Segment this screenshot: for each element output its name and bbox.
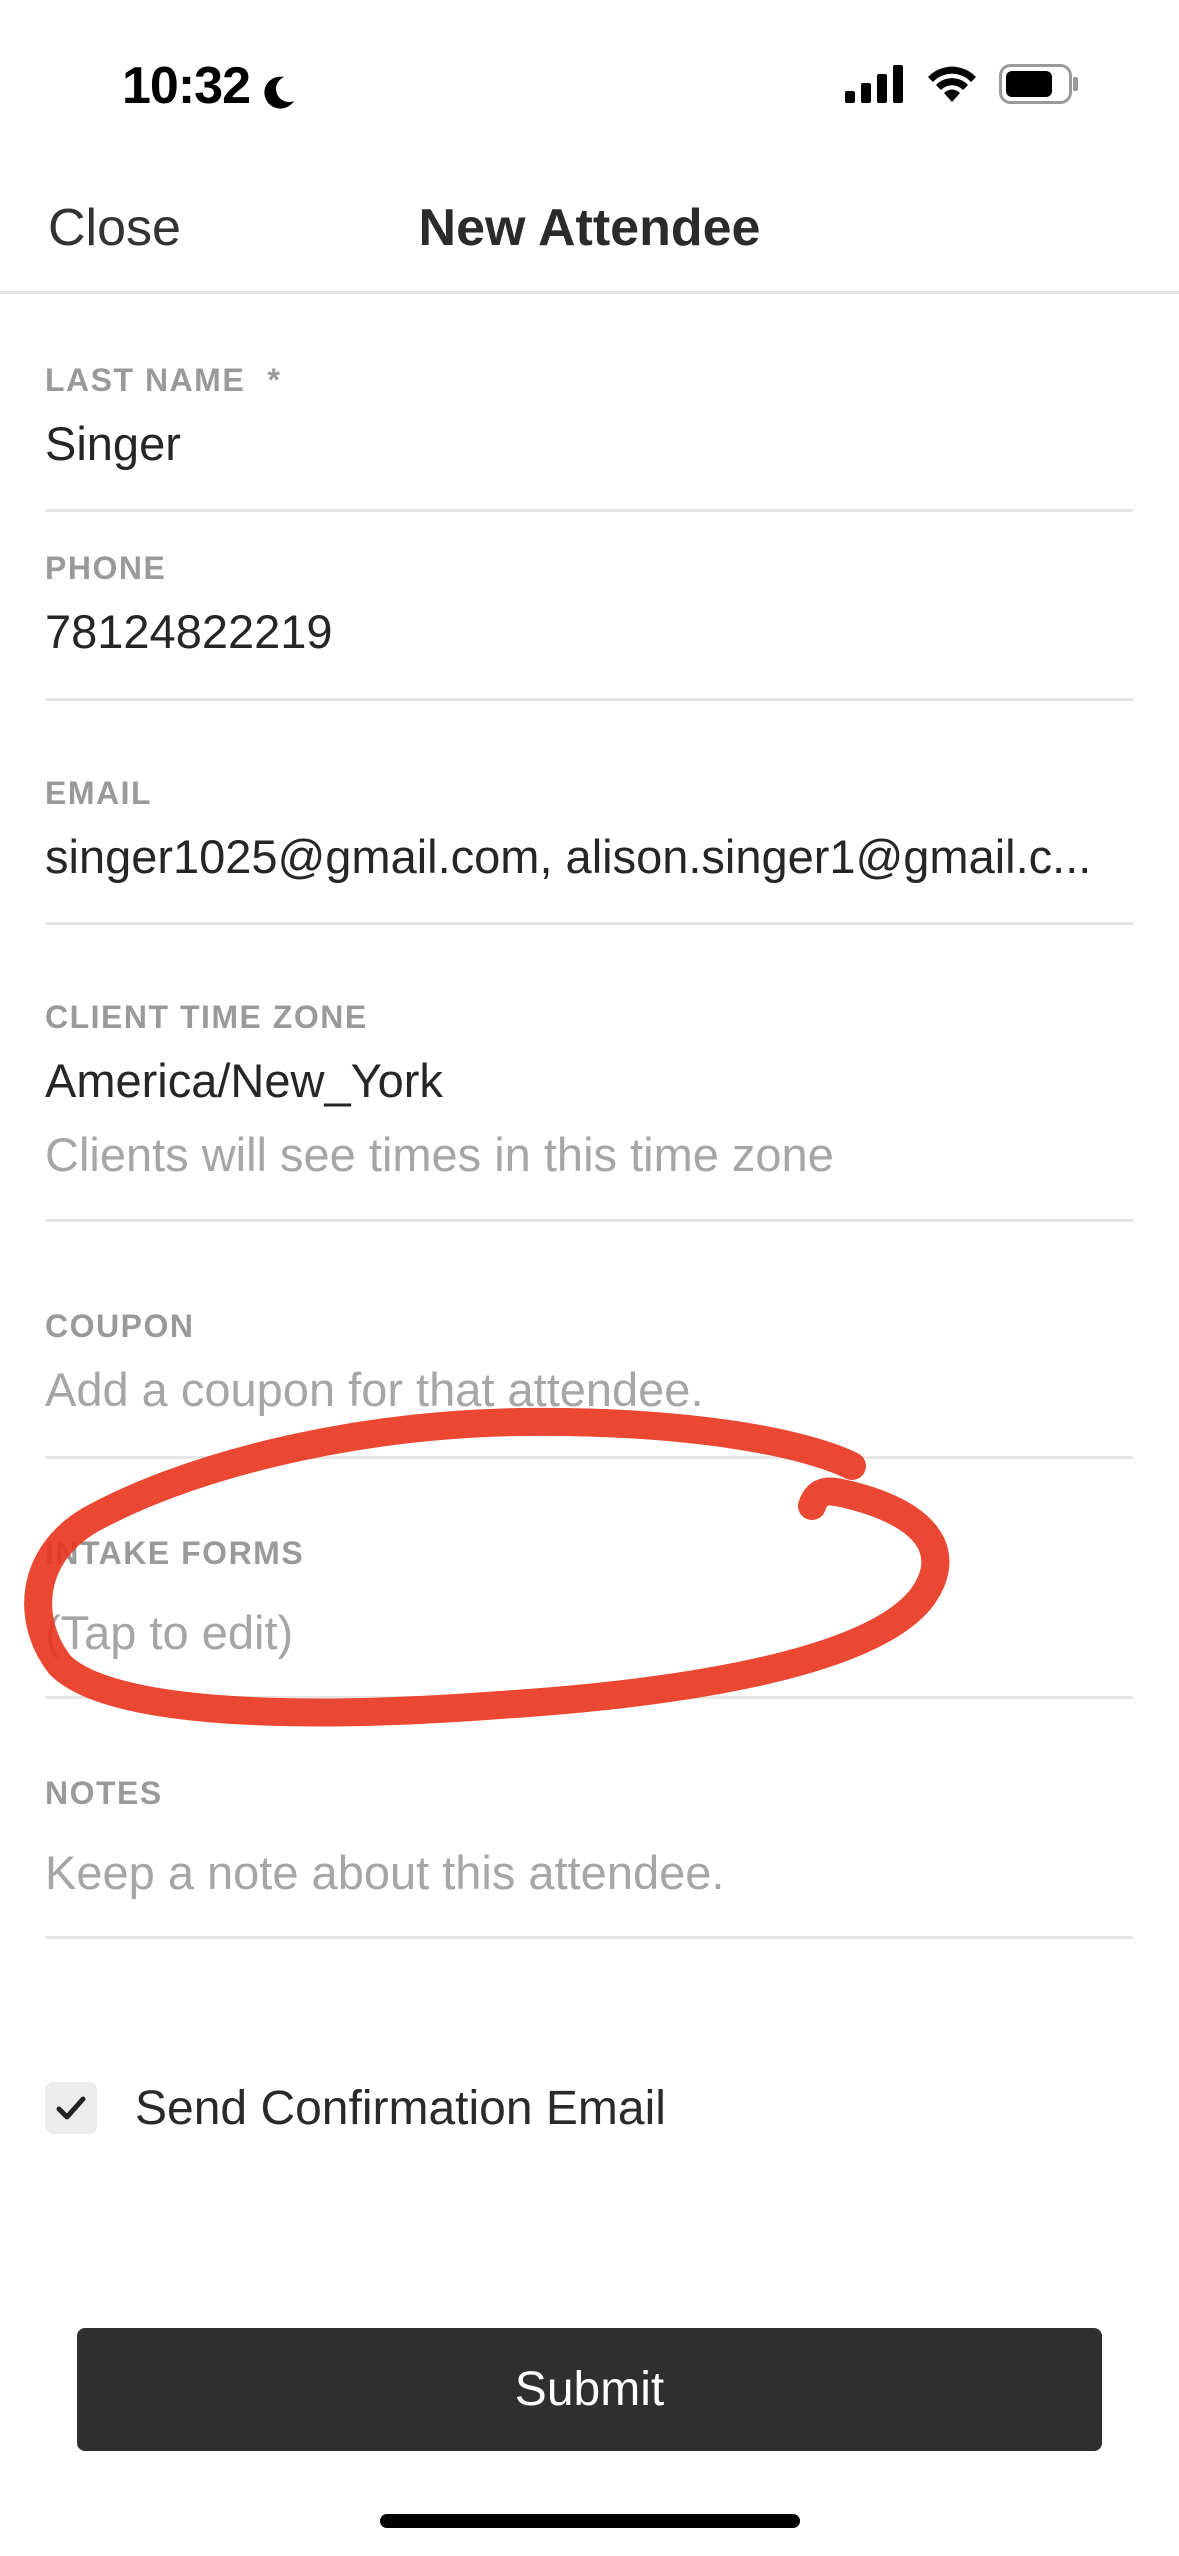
battery-icon bbox=[999, 64, 1079, 109]
notes-field[interactable]: NOTES Keep a note about this attendee. bbox=[45, 1699, 1133, 1939]
intake-forms-label: INTAKE FORMS bbox=[45, 1535, 305, 1571]
send-confirmation-label: Send Confirmation Email bbox=[135, 2081, 666, 2135]
home-indicator bbox=[380, 2514, 800, 2528]
time-zone-hint: Clients will see times in this time zone bbox=[45, 1128, 834, 1181]
last-name-input[interactable]: Singer bbox=[45, 416, 1133, 471]
send-confirmation-row[interactable]: Send Confirmation Email bbox=[45, 2078, 666, 2138]
send-confirmation-checkbox[interactable] bbox=[45, 2082, 97, 2134]
phone-field[interactable]: PHONE 78124822219 bbox=[45, 512, 1133, 701]
cellular-signal-icon bbox=[845, 65, 905, 108]
time-zone-label: CLIENT TIME ZONE bbox=[45, 999, 368, 1035]
required-marker: * bbox=[267, 362, 282, 398]
phone-input[interactable]: 78124822219 bbox=[45, 604, 1133, 659]
moon-icon bbox=[258, 66, 298, 109]
status-icons bbox=[845, 64, 1079, 109]
page-title: New Attendee bbox=[418, 199, 761, 257]
submit-button[interactable]: Submit bbox=[77, 2328, 1102, 2451]
email-input[interactable]: singer1025@gmail.com, alison.singer1@gma… bbox=[45, 829, 1133, 884]
status-time: 10:32 bbox=[122, 56, 298, 116]
coupon-label: COUPON bbox=[45, 1308, 195, 1344]
intake-forms-edit[interactable]: (Tap to edit) bbox=[45, 1605, 293, 1660]
nav-bar: Close New Attendee bbox=[0, 168, 1179, 294]
last-name-field[interactable]: LAST NAME * Singer bbox=[45, 340, 1133, 512]
email-field[interactable]: EMAIL singer1025@gmail.com, alison.singe… bbox=[45, 701, 1133, 925]
email-label: EMAIL bbox=[45, 775, 153, 811]
time-zone-field[interactable]: CLIENT TIME ZONE America/New_York Client… bbox=[45, 925, 1133, 1222]
last-name-label-text: LAST NAME bbox=[45, 362, 246, 398]
last-name-label: LAST NAME * bbox=[45, 362, 282, 399]
notes-label: NOTES bbox=[45, 1775, 163, 1811]
status-bar: 10:32 bbox=[0, 0, 1179, 150]
time-zone-value[interactable]: America/New_York bbox=[45, 1053, 1133, 1108]
intake-forms-field[interactable]: INTAKE FORMS (Tap to edit) bbox=[45, 1459, 1133, 1699]
phone-label: PHONE bbox=[45, 550, 167, 586]
coupon-input[interactable]: Add a coupon for that attendee. bbox=[45, 1362, 704, 1417]
notes-input[interactable]: Keep a note about this attendee. bbox=[45, 1845, 724, 1900]
coupon-field[interactable]: COUPON Add a coupon for that attendee. bbox=[45, 1222, 1133, 1459]
wifi-icon bbox=[925, 64, 979, 109]
checkmark-icon bbox=[56, 2096, 86, 2120]
status-time-text: 10:32 bbox=[122, 57, 251, 115]
